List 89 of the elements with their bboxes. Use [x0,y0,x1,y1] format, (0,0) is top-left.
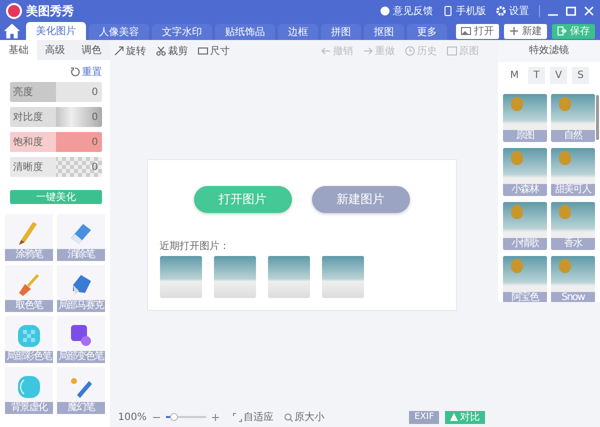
slider-label: 亮度 [13,86,33,99]
filter-thumbnail[interactable]: 小森林 [503,148,547,196]
left-arrow-icon [321,46,331,56]
photo-placeholder[interactable] [214,256,256,298]
filter-thumbnail[interactable]: 甜美可人 [551,148,595,196]
slider-label: 饱和度 [13,136,43,149]
tab[interactable]: 人像美容 [89,24,149,40]
phone-icon [443,6,453,16]
filter-thumbnail[interactable]: 阿宝色 [503,256,547,302]
slider-value: 0 [92,162,98,172]
rotate-button[interactable]: 旋转 [114,44,146,58]
filter-thumbnail[interactable]: 自然 [551,94,595,142]
image-icon [461,26,471,36]
new-button[interactable]: 新建 [504,24,547,38]
logo-icon [6,3,22,19]
reset-icon [70,67,80,77]
crop-button[interactable]: 裁剪 [156,44,188,58]
filter-tab[interactable]: S [572,67,589,84]
zoom-reading: 100% [118,412,147,422]
adjustment-slider[interactable]: 清晰度 0 [10,157,102,177]
actual-size-button[interactable]: 原大小 [284,410,325,424]
tool-button[interactable]: 消除笔 [57,214,105,261]
plus-icon [509,26,519,36]
adjustment-slider[interactable]: 对比度 0 [10,107,102,127]
panel-title: 特效滤镜 [498,40,600,62]
exit-icon [557,26,567,36]
tool-button[interactable]: 涂鸦笔 [5,214,53,261]
slider-value: 0 [92,136,98,148]
tool-button[interactable]: 局部彩色笔 [5,316,53,363]
new-image-button[interactable]: 新建图片 [312,186,410,212]
app-title: 美图秀秀 [26,2,75,20]
tab[interactable]: 贴纸饰品 [215,24,275,40]
filter-tab[interactable]: V [550,67,567,84]
filter-thumbnail[interactable]: 小情歌 [503,202,547,250]
open-image-button[interactable]: 打开图片 [194,186,292,212]
tab[interactable]: 边框 [278,24,318,40]
frame-icon [198,46,208,56]
adjustment-slider[interactable]: 亮度 0 [10,82,102,102]
header-link[interactable]: 手机版 [443,4,486,18]
tab[interactable]: 美化图片 [26,22,86,40]
scrollbar[interactable] [596,95,599,140]
slider-value: 0 [92,112,98,122]
tab[interactable]: 更多 [407,24,447,40]
slider-value: 0 [92,86,98,98]
tab[interactable]: 文字水印 [152,24,212,40]
reset-button[interactable]: 重置 [70,65,102,79]
save-button[interactable]: 保存 [552,24,595,38]
fit-corners-icon [232,412,242,422]
tool-button[interactable]: 魔幻笔 [57,367,105,414]
auto-enhance-button[interactable]: 一键美化 [10,190,102,204]
magnifier-icon [284,412,293,422]
circle-blob-icon [15,373,43,401]
tool-button[interactable]: 局部变色笔 [57,316,105,363]
size-button[interactable]: 尺寸 [198,44,230,58]
settings-icon [496,6,506,16]
open-button[interactable]: 打开 [456,24,499,38]
image-icon [447,46,457,56]
fit-button[interactable]: 自适应 [232,410,274,424]
slider-label: 对比度 [13,110,43,124]
filter-tab[interactable]: T [528,67,545,84]
tab[interactable]: 抠图 [364,24,404,40]
photo-placeholder[interactable] [160,256,202,298]
close-icon[interactable] [584,6,594,16]
tab[interactable]: 基础 [0,40,37,60]
diagonal-arrow-icon [114,46,124,56]
maximize-icon[interactable] [566,6,576,16]
filter-thumbnail[interactable]: 香水 [551,202,595,250]
home-icon[interactable] [4,22,20,38]
filter-thumbnail[interactable]: 原图 [503,94,547,142]
adjustment-slider[interactable]: 饱和度 0 [10,132,102,152]
photo-placeholder[interactable] [322,256,364,298]
divider-line [539,5,540,17]
settings-button[interactable]: 设置 [496,4,529,18]
scissors-icon [156,46,166,56]
tab[interactable]: 拼图 [321,24,361,40]
header-link[interactable]: 意见反馈 [380,4,433,18]
checkered-blob-icon [15,322,43,350]
compare-button[interactable]: 对比 [445,410,485,424]
right-arrow-icon [363,46,373,56]
tool-button[interactable]: 取色笔 [5,265,53,312]
exif-button[interactable]: EXIF [409,410,439,424]
recent-label: 近期打开图片： [160,240,230,252]
tool-button[interactable]: 背景虚化 [5,367,53,414]
tool-button[interactable]: 局部马赛克 [57,265,105,312]
plus-icon[interactable] [212,414,219,420]
clock-icon [405,46,415,56]
photo-placeholder[interactable] [268,256,310,298]
filter-thumbnail[interactable]: Snow [551,256,595,302]
slider-label: 清晰度 [13,160,43,174]
